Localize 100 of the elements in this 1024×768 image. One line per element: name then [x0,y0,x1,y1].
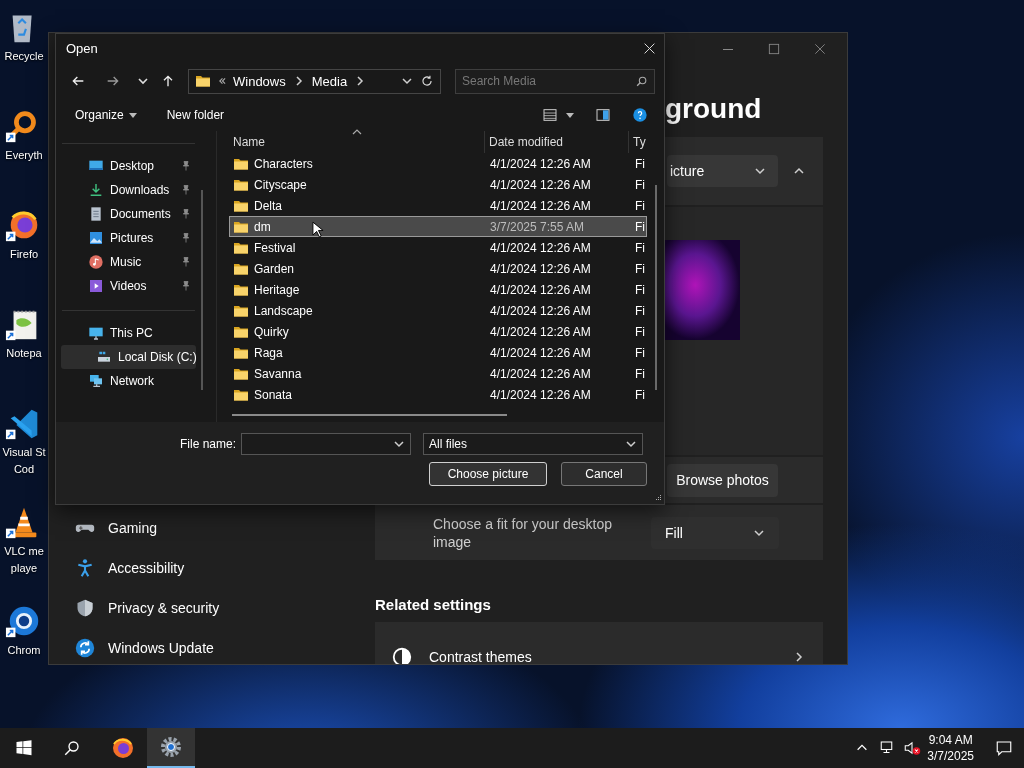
picture-icon [88,230,104,246]
fit-label: Choose a fit for your desktop image [433,514,613,551]
preview-pane-icon[interactable] [595,107,612,123]
chevron-down-icon [401,75,413,87]
clock-date: 3/7/2025 [927,748,974,764]
file-name: dm [254,219,271,234]
new-folder-button[interactable]: New folder [166,108,225,122]
volume-muted-icon[interactable] [903,739,922,757]
scrollbar[interactable] [655,185,657,390]
dialog-button[interactable]: Choose picture [429,462,547,486]
file-name: Landscape [254,303,313,318]
refresh-icon[interactable] [420,74,434,88]
file-row[interactable]: Garden 4/1/2024 12:26 AM Fi [229,258,647,279]
file-type-dropdown[interactable]: All files [423,432,643,455]
file-name: Quirky [254,324,289,339]
browse-photos-button[interactable]: Browse photos [667,463,778,497]
file-row[interactable]: Heritage 4/1/2024 12:26 AM Fi [229,279,647,300]
scrollbar[interactable] [201,190,203,390]
nav-item[interactable]: Privacy & security [65,588,359,628]
file-type: Fi [634,219,645,234]
nav-item[interactable]: Accessibility [65,548,359,588]
background-type-dropdown[interactable]: icture [667,155,778,187]
file-row[interactable]: Landscape 4/1/2024 12:26 AM Fi [229,300,647,321]
search-field[interactable]: Search Media [455,68,655,94]
date-modified: 4/1/2024 12:26 AM [489,240,592,255]
contrast-icon [391,646,413,664]
clock[interactable]: 9:04 AM 3/7/2025 [927,732,974,764]
file-row[interactable]: Savanna 4/1/2024 12:26 AM Fi [229,363,647,384]
nav-item[interactable]: Windows Update [65,628,359,664]
windows-logo-icon [15,739,33,757]
notification-icon[interactable] [995,739,1013,757]
computer-icon [88,325,104,341]
desktop-icon-label: VLC me [4,545,44,558]
file-row[interactable]: Characters 4/1/2024 12:26 AM Fi [229,153,647,174]
nav-pane-item[interactable]: Documents [61,202,196,226]
chevron-right-icon [793,651,805,663]
dialog-button[interactable]: Cancel [561,462,647,486]
desktop-icon-label: Cod [13,463,35,476]
desktop-icon-label: playe [10,562,38,575]
file-row[interactable]: Cityscape 4/1/2024 12:26 AM Fi [229,174,647,195]
file-row[interactable]: dm 3/7/2025 7:55 AM Fi [229,216,647,237]
video-icon [88,278,104,294]
help-icon[interactable] [632,107,649,123]
maximize-icon [767,42,781,56]
breadcrumb[interactable]: Media [311,73,348,89]
file-type: Fi [634,366,645,381]
document-icon [88,206,104,222]
date-modified: 3/7/2025 7:55 AM [489,219,586,234]
chevron-down-icon[interactable] [137,75,149,87]
file-name-label: File name: [178,436,237,451]
desktop-icon-label: Visual St [2,446,46,459]
file-name: Characters [254,156,313,171]
file-type: Fi [634,261,645,276]
file-type: Fi [634,387,645,402]
file-row[interactable]: Raga 4/1/2024 12:26 AM Fi [229,342,647,363]
file-type: Fi [634,345,645,360]
fit-dropdown[interactable]: Fill [651,516,779,549]
date-modified: 4/1/2024 12:26 AM [489,387,592,402]
search-icon [63,739,81,757]
date-modified: 4/1/2024 12:26 AM [489,177,592,192]
close-icon[interactable] [642,42,656,55]
column-header[interactable]: Date modified [484,131,628,153]
page-heading: ground [665,92,763,126]
file-name: Heritage [254,282,300,297]
column-header[interactable]: Name [229,131,484,153]
file-type: Fi [634,177,645,192]
nav-item[interactable]: Gaming [65,508,359,548]
nav-pane-item[interactable]: Videos [61,274,196,298]
nav-pane-item[interactable]: Local Disk (C:) [61,345,196,369]
address-bar[interactable]: Windows Media [188,68,441,94]
nav-pane-item[interactable]: This PC [61,321,196,345]
desktop-icon-label: Chrom [7,644,41,657]
taskbar-app-button[interactable] [147,728,195,768]
nav-pane-item[interactable]: Network [61,369,196,393]
breadcrumb[interactable]: Windows [233,73,286,89]
chevron-down-icon [754,165,766,177]
date-modified: 4/1/2024 12:26 AM [489,366,592,381]
file-name: Sonata [254,387,293,402]
pin-icon [180,184,192,196]
file-name: Garden [254,261,295,276]
file-row[interactable]: Delta 4/1/2024 12:26 AM Fi [229,195,647,216]
file-row[interactable]: Festival 4/1/2024 12:26 AM Fi [229,237,647,258]
organize-menu-button[interactable]: Organize [75,108,137,122]
nav-pane-item[interactable]: Pictures [61,226,196,250]
file-name-field[interactable] [241,432,411,455]
nav-pane-item[interactable]: Music [61,250,196,274]
pin-icon [180,160,192,172]
file-row[interactable]: Sonata 4/1/2024 12:26 AM Fi [229,384,647,405]
nav-pane-item[interactable]: Desktop [61,154,196,178]
nav-pane-item[interactable]: Downloads [61,178,196,202]
date-modified: 4/1/2024 12:26 AM [489,324,592,339]
scrollbar[interactable] [232,414,507,416]
date-modified: 4/1/2024 12:26 AM [489,282,592,297]
caret-down-icon[interactable] [566,111,575,119]
file-row[interactable]: Quirky 4/1/2024 12:26 AM Fi [229,321,647,342]
pin-icon [180,280,192,292]
file-type: Fi [634,282,645,297]
related-setting-card[interactable]: Contrast themes [375,622,823,664]
column-header[interactable]: Ty [628,131,658,153]
details-view-icon[interactable] [542,107,559,123]
